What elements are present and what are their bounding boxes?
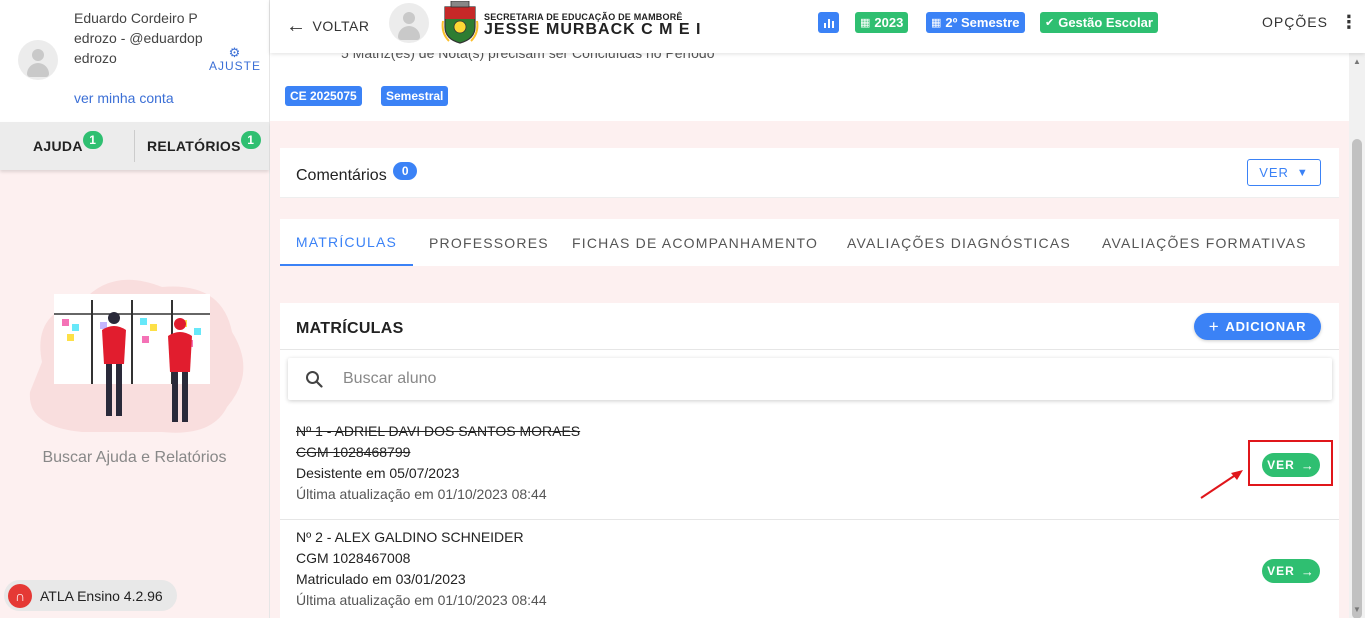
- enrollments-title: MATRÍCULAS: [296, 320, 404, 337]
- calendar-icon: ▦: [931, 17, 942, 29]
- more-vertical-icon: ⋮: [1339, 12, 1359, 32]
- student-view-button[interactable]: VER →: [1262, 559, 1320, 583]
- arrow-left-icon: ←: [286, 15, 307, 37]
- help-caption: Buscar Ajuda e Relatórios: [42, 449, 227, 466]
- user-name: Eduardo Cordeiro Pedrozo - @eduardopedro…: [74, 10, 203, 66]
- semester-chip[interactable]: ▦ 2º Semestre: [926, 12, 1025, 33]
- class-code-chip: CE 2025075: [285, 86, 362, 106]
- annotation-arrow-icon: [1200, 470, 1243, 499]
- class-summary-card: 5 Matriz(es) de Nota(s) precisam ser Con…: [270, 53, 1349, 121]
- student-cgm: CGM 1028467008: [296, 550, 411, 566]
- comments-view-button[interactable]: VER ▼: [1247, 159, 1321, 186]
- scrollbar-thumb[interactable]: [1352, 139, 1362, 618]
- account-link[interactable]: ver minha conta: [74, 90, 174, 106]
- adjust-button[interactable]: ⚙ AJUSTE: [206, 46, 264, 73]
- year-label: 2023: [874, 15, 904, 30]
- school-name: JESSE MURBACK C M E I: [484, 21, 702, 38]
- bar-chart-icon: [823, 18, 834, 28]
- help-count-badge: 1: [82, 131, 103, 149]
- atla-logo-icon: ∩: [8, 583, 32, 608]
- avatar-head-shape: [403, 12, 415, 24]
- add-enrollment-button[interactable]: + ADICIONAR: [1194, 313, 1321, 340]
- view-label: VER: [1267, 564, 1295, 578]
- student-search-input[interactable]: [343, 358, 1303, 400]
- municipal-crest-icon: [441, 1, 479, 44]
- tab-enrollments[interactable]: MATRÍCULAS: [280, 219, 413, 266]
- options-menu-button[interactable]: OPÇÕES ⋮: [1262, 12, 1359, 32]
- back-button[interactable]: ← VOLTAR: [286, 12, 369, 40]
- student-updated: Última atualização em 01/10/2023 08:44: [296, 486, 547, 502]
- back-label: VOLTAR: [312, 18, 370, 34]
- student-updated: Última atualização em 01/10/2023 08:44: [296, 592, 547, 608]
- student-search-box: [288, 358, 1332, 400]
- pending-grades-notice: 5 Matriz(es) de Nota(s) precisam ser Con…: [341, 53, 715, 61]
- tab-teachers[interactable]: PROFESSORES: [429, 219, 549, 266]
- student-row: Nº 1 - ADRIEL DAVI DOS SANTOS MORAES CGM…: [280, 420, 1339, 520]
- avatar-body-shape: [398, 26, 420, 40]
- check-circle-icon: ✔: [1045, 17, 1055, 29]
- main-content: 5 Matriz(es) de Nota(s) precisam ser Con…: [270, 53, 1349, 618]
- management-chip[interactable]: ✔ Gestão Escolar: [1040, 12, 1158, 33]
- avatar-head-shape: [32, 49, 44, 61]
- chevron-down-icon: ▼: [1296, 166, 1309, 179]
- user-profile-box: Eduardo Cordeiro Pedrozo - @eduardopedro…: [0, 0, 269, 122]
- school-avatar: [389, 3, 429, 43]
- version-chip[interactable]: ∩ ATLA Ensino 4.2.96: [4, 580, 177, 611]
- gear-icon: ⚙: [228, 45, 242, 60]
- management-label: Gestão Escolar: [1058, 15, 1153, 30]
- enrollments-card: MATRÍCULAS + ADICIONAR Nº 1 - ADRIEL DAV…: [280, 303, 1339, 618]
- tab-formative-assessments[interactable]: AVALIAÇÕES FORMATIVAS: [1102, 219, 1307, 266]
- add-label: ADICIONAR: [1225, 319, 1307, 334]
- avatar-body-shape: [27, 63, 49, 77]
- top-header: ← VOLTAR SECRETARIA DE EDUCAÇÃO DE MAMBO…: [270, 0, 1365, 53]
- period-type-chip: Semestral: [381, 86, 449, 106]
- divider: [280, 349, 1339, 350]
- comments-count-badge: 0: [393, 162, 418, 180]
- tab-tracking-sheets[interactable]: FICHAS DE ACOMPANHAMENTO: [572, 219, 818, 266]
- tab-divider: [134, 130, 135, 162]
- options-label: OPÇÕES: [1262, 14, 1328, 30]
- annotation-highlight-box: [1248, 440, 1333, 486]
- student-name: Nº 2 - ALEX GALDINO SCHNEIDER: [296, 529, 524, 545]
- year-chip[interactable]: ▦ 2023: [855, 12, 909, 33]
- scroll-down-icon[interactable]: ▼: [1353, 605, 1361, 614]
- comments-card: Comentários 0 VER ▼: [280, 148, 1339, 198]
- sidebar: Eduardo Cordeiro Pedrozo - @eduardopedro…: [0, 0, 270, 618]
- student-row: Nº 2 - ALEX GALDINO SCHNEIDER CGM 102846…: [280, 526, 1339, 618]
- tab-reports[interactable]: RELATÓRIOS 1: [147, 122, 261, 170]
- student-name: Nº 1 - ADRIEL DAVI DOS SANTOS MORAES: [296, 423, 581, 439]
- semester-label: 2º Semestre: [945, 15, 1020, 30]
- page-scrollbar[interactable]: ▲ ▼: [1349, 53, 1365, 618]
- comments-title-label: Comentários: [296, 167, 387, 184]
- student-cgm: CGM 1028468799: [296, 444, 411, 460]
- calendar-icon: ▦: [860, 17, 871, 29]
- version-label: ATLA Ensino 4.2.96: [40, 587, 163, 604]
- plus-icon: +: [1208, 316, 1220, 336]
- comments-title: Comentários 0: [296, 162, 418, 185]
- student-status: Desistente em 05/07/2023: [296, 465, 460, 481]
- tab-help-label: AJUDA: [33, 138, 83, 154]
- student-status: Matriculado em 03/01/2023: [296, 571, 466, 587]
- stats-chip[interactable]: [818, 12, 839, 33]
- user-avatar[interactable]: [18, 40, 58, 80]
- arrow-right-icon: →: [1300, 563, 1315, 579]
- help-illustration: [29, 279, 244, 433]
- reports-count-badge: 1: [240, 131, 261, 149]
- search-icon: [306, 371, 323, 388]
- adjust-label: AJUSTE: [208, 59, 261, 73]
- scroll-up-icon[interactable]: ▲: [1353, 57, 1361, 66]
- tab-reports-label: RELATÓRIOS: [147, 138, 241, 154]
- tab-help[interactable]: AJUDA 1: [33, 122, 103, 170]
- sidebar-tabs: AJUDA 1 RELATÓRIOS 1: [0, 122, 269, 170]
- comments-view-label: VER: [1259, 165, 1289, 180]
- class-tabs: MATRÍCULAS PROFESSORES FICHAS DE ACOMPAN…: [280, 219, 1339, 266]
- tab-diagnostic-assessments[interactable]: AVALIAÇÕES DIAGNÓSTICAS: [847, 219, 1071, 266]
